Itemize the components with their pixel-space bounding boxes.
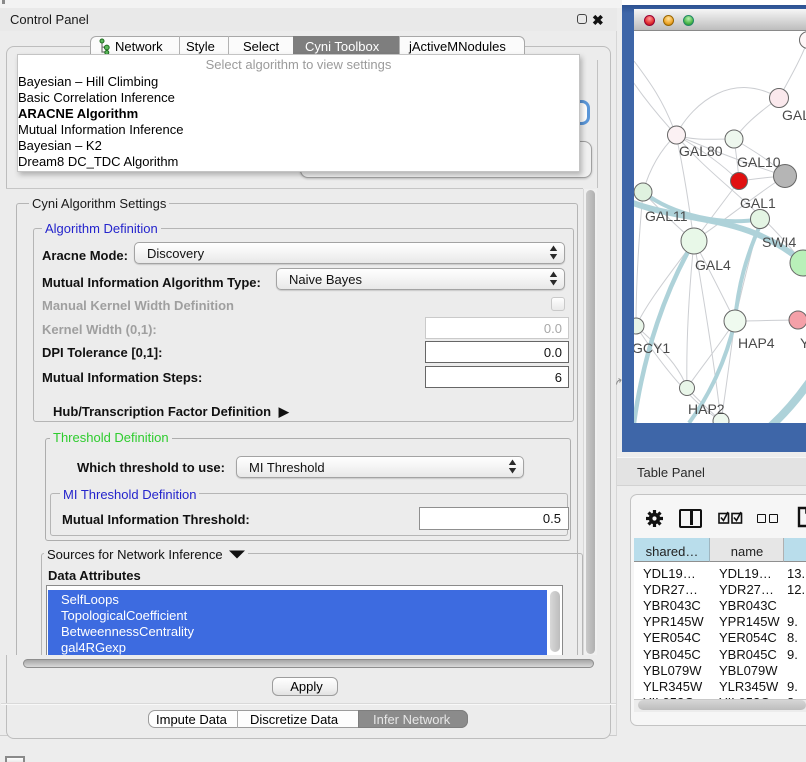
svg-text:GAL7: GAL7	[782, 107, 806, 123]
svg-text:Y: Y	[800, 335, 806, 351]
svg-text:GCY1: GCY1	[634, 340, 670, 356]
svg-text:GAL80: GAL80	[679, 143, 723, 159]
svg-text:HAP2: HAP2	[688, 401, 725, 417]
svg-text:GAL4: GAL4	[695, 257, 731, 273]
svg-text:HAP4: HAP4	[738, 335, 775, 351]
svg-text:SWI4: SWI4	[762, 234, 796, 250]
svg-text:GAL10: GAL10	[737, 154, 781, 170]
svg-text:GAL11: GAL11	[645, 208, 688, 224]
svg-text:GAL1: GAL1	[740, 195, 776, 211]
